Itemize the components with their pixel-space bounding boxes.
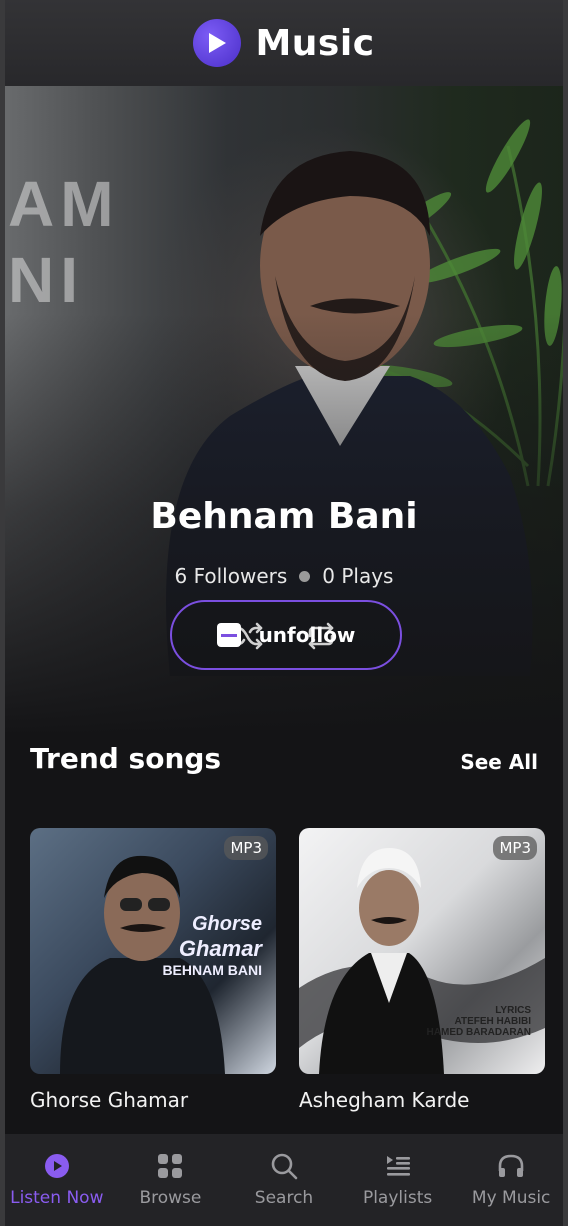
cover-text: Ghorse Ghamar BEHNAM BANI xyxy=(162,913,262,978)
nav-label: Search xyxy=(254,1188,314,1208)
nav-item-my-music[interactable]: My Music xyxy=(456,1152,566,1208)
nav-item-listen-now[interactable]: Listen Now xyxy=(2,1152,112,1208)
brand[interactable]: Music xyxy=(193,19,374,67)
plays-count: 0 Plays xyxy=(322,564,394,588)
trend-songs-title: Trend songs xyxy=(30,742,222,775)
play-circle-icon xyxy=(193,19,242,67)
song-card[interactable]: MP3 Ghorse Ghamar BEHNAM BANI Ghorse Gha… xyxy=(30,828,276,1112)
mp3-badge: MP3 xyxy=(493,836,537,860)
app-header: Music xyxy=(0,0,568,86)
nav-label: Browse xyxy=(139,1188,202,1208)
app-title: Music xyxy=(255,22,375,64)
followers-count: 6 Followers xyxy=(174,564,288,588)
nav-item-browse[interactable]: Browse xyxy=(115,1152,225,1208)
nav-item-playlists[interactable]: Playlists xyxy=(343,1152,453,1208)
song-cover: MP3 Ghorse Ghamar BEHNAM BANI xyxy=(30,828,276,1074)
play-circle-icon xyxy=(43,1152,71,1180)
unfollow-label: unfollow xyxy=(258,623,356,647)
cover-text: LYRICS ATEFEH HABIBI HAMED BARADARAN xyxy=(426,1005,531,1038)
see-all-link[interactable]: See All xyxy=(460,750,538,774)
separator-dot xyxy=(299,570,311,582)
grid-icon xyxy=(156,1152,184,1180)
song-card[interactable]: MP3 LYRICS ATEFEH HABIBI HAMED BARADARAN… xyxy=(299,828,545,1112)
headphones-icon xyxy=(497,1152,525,1180)
mp3-badge: MP3 xyxy=(224,836,268,860)
nav-label: Playlists xyxy=(362,1188,433,1208)
minus-square-icon xyxy=(216,623,241,647)
search-icon xyxy=(270,1152,298,1180)
nav-label: My Music xyxy=(471,1188,551,1208)
playlist-icon xyxy=(384,1152,412,1180)
song-cover: MP3 LYRICS ATEFEH HABIBI HAMED BARADARAN xyxy=(299,828,545,1074)
artist-name: Behnam Bani xyxy=(150,496,418,537)
artist-stats: 6 Followers 0 Plays xyxy=(0,564,568,588)
nav-label: Listen Now xyxy=(10,1188,104,1208)
song-title: Ghorse Ghamar xyxy=(30,1088,189,1112)
artist-hero: AM NI Behnam Bani 6 Followers 0 Plays xyxy=(0,86,568,736)
unfollow-button[interactable]: unfollow xyxy=(170,600,402,670)
nav-item-search[interactable]: Search xyxy=(229,1152,339,1208)
bottom-nav: Listen Now Browse Search Playlists My Mu… xyxy=(0,1134,568,1226)
song-title: Ashegham Karde xyxy=(299,1088,470,1112)
